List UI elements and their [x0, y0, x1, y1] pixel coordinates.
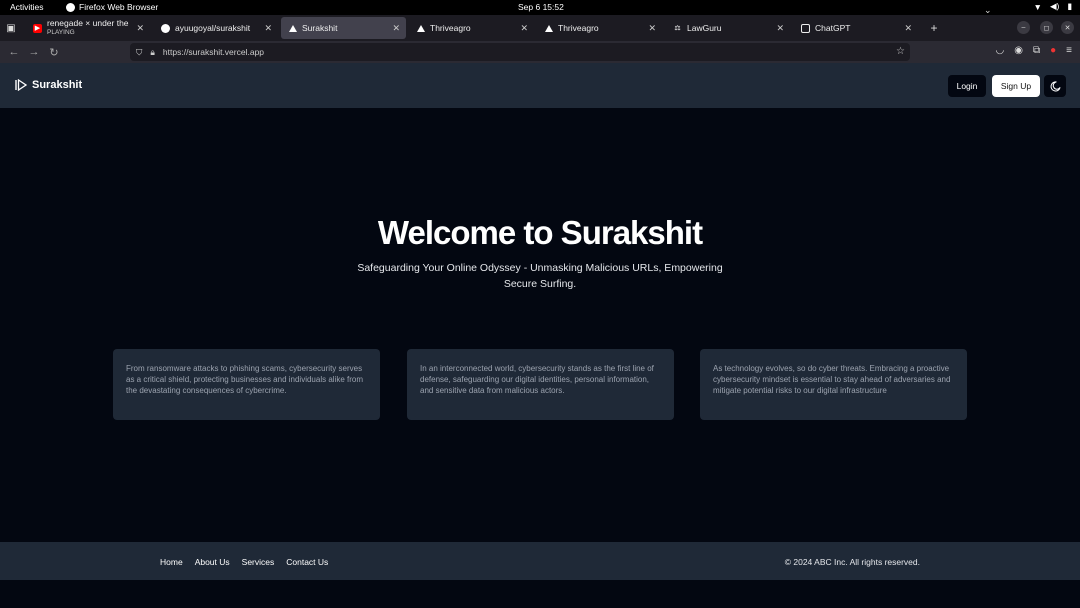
bookmark-star-icon[interactable]: ☆: [896, 46, 905, 57]
system-top-bar: Activities Firefox Web Browser Sep 6 15:…: [0, 0, 1080, 15]
tab-chatgpt[interactable]: ChatGPT ✕: [793, 17, 918, 39]
account-icon[interactable]: ◉: [1014, 45, 1023, 56]
extension-icon[interactable]: ●: [1050, 45, 1056, 56]
chevron-down-icon[interactable]: ⌄: [984, 5, 992, 16]
tab-surakshit[interactable]: Surakshit ✕: [281, 17, 406, 39]
vercel-icon: [417, 24, 425, 32]
info-card: As technology evolves, so do cyber threa…: [700, 349, 967, 420]
app-name: Firefox Web Browser: [79, 2, 159, 12]
clock[interactable]: Sep 6 15:52: [518, 2, 564, 12]
back-icon[interactable]: ←: [4, 46, 24, 58]
tab-playing-label: PLAYING: [47, 29, 75, 36]
system-tray[interactable]: ▼ ◀) ▮: [1034, 1, 1072, 12]
tab-thriveagro-2[interactable]: Thriveagro ✕: [537, 17, 662, 39]
tab-youtube[interactable]: ▶ renegade × under the inflPLAYING ✕: [25, 17, 150, 39]
close-icon[interactable]: ✕: [520, 23, 528, 34]
vercel-icon: [289, 24, 297, 32]
footer-link-about[interactable]: About Us: [195, 557, 230, 567]
wifi-icon: ▼: [1033, 1, 1042, 12]
extensions-icon[interactable]: ⧉: [1033, 45, 1040, 56]
footer-link-contact[interactable]: Contact Us: [286, 557, 328, 567]
browser-navbar: ← → ↻ ⛉ 🔒︎ https://surakshit.vercel.app …: [0, 41, 1080, 63]
tab-list-icon: ▣: [6, 22, 16, 34]
tab-title: ayuugoyal/surakshit: [175, 23, 251, 33]
minimize-icon[interactable]: –: [1017, 21, 1030, 34]
tab-strip: ▣ ▶ renegade × under the inflPLAYING ✕ a…: [0, 15, 1080, 41]
url-text[interactable]: https://surakshit.vercel.app: [163, 47, 264, 57]
lock-icon[interactable]: 🔒︎: [150, 47, 155, 58]
lawguru-icon: ⚖: [674, 25, 681, 32]
maximize-icon[interactable]: ◻: [1040, 21, 1053, 34]
shield-icon[interactable]: ⛉: [136, 47, 142, 58]
github-icon: [161, 23, 170, 33]
brand-icon: [15, 79, 27, 91]
tab-title: Thriveagro: [558, 23, 599, 33]
forward-icon[interactable]: →: [24, 46, 44, 58]
card-text: From ransomware attacks to phishing scam…: [126, 364, 364, 396]
close-icon[interactable]: ✕: [648, 23, 656, 34]
tab-title: renegade × under the infl: [47, 19, 131, 28]
signup-button[interactable]: Sign Up: [992, 75, 1040, 97]
battery-icon: ▮: [1067, 1, 1072, 11]
close-icon[interactable]: ✕: [392, 23, 400, 34]
copyright-text: © 2024 ABC Inc. All rights reserved.: [784, 557, 920, 567]
hero-subtitle: Safeguarding Your Online Odyssey - Unmas…: [357, 262, 723, 290]
tab-title: ChatGPT: [815, 23, 851, 33]
address-bar[interactable]: ⛉ 🔒︎ https://surakshit.vercel.app ☆: [130, 43, 910, 61]
menu-icon[interactable]: ≡: [1066, 45, 1072, 56]
brand-name: Surakshit: [32, 79, 83, 91]
firefox-icon: [66, 2, 75, 12]
site-header: Surakshit Login Sign Up: [0, 63, 1080, 108]
tab-list-button[interactable]: ▣: [0, 15, 22, 41]
brand-logo[interactable]: Surakshit: [15, 79, 82, 91]
chatgpt-icon: [801, 23, 810, 33]
close-icon[interactable]: ✕: [136, 23, 144, 34]
reload-icon[interactable]: ↻: [44, 46, 64, 59]
new-tab-button[interactable]: +: [924, 21, 944, 35]
theme-toggle-button[interactable]: [1044, 75, 1066, 97]
tab-lawguru[interactable]: ⚖ LawGuru ✕: [665, 17, 790, 39]
footer-link-services[interactable]: Services: [242, 557, 275, 567]
tab-thriveagro-1[interactable]: Thriveagro ✕: [409, 17, 534, 39]
moon-icon: [1050, 80, 1061, 91]
tab-title: Surakshit: [302, 23, 338, 33]
vercel-icon: [545, 24, 553, 32]
youtube-icon: ▶: [33, 23, 42, 33]
card-text: In an interconnected world, cybersecurit…: [420, 364, 654, 396]
tab-github[interactable]: ayuugoyal/surakshit ✕: [153, 17, 278, 39]
site-footer: Home About Us Services Contact Us © 2024…: [0, 542, 1080, 580]
info-card: From ransomware attacks to phishing scam…: [113, 349, 380, 420]
pocket-icon[interactable]: ◡: [996, 45, 1005, 56]
close-icon[interactable]: ✕: [776, 23, 784, 34]
close-window-icon[interactable]: ✕: [1061, 21, 1074, 34]
close-icon[interactable]: ✕: [904, 23, 912, 34]
login-button[interactable]: Login: [948, 75, 986, 97]
close-icon[interactable]: ✕: [264, 23, 272, 34]
hero-title: Welcome to Surakshit: [377, 214, 703, 251]
app-menu[interactable]: Firefox Web Browser: [66, 2, 158, 12]
tab-title: Thriveagro: [430, 23, 471, 33]
activities-button[interactable]: Activities: [10, 2, 44, 12]
footer-link-home[interactable]: Home: [160, 557, 183, 567]
volume-icon: ◀): [1049, 1, 1060, 11]
card-text: As technology evolves, so do cyber threa…: [713, 364, 951, 396]
tab-title: LawGuru: [687, 23, 722, 33]
info-card: In an interconnected world, cybersecurit…: [407, 349, 674, 420]
